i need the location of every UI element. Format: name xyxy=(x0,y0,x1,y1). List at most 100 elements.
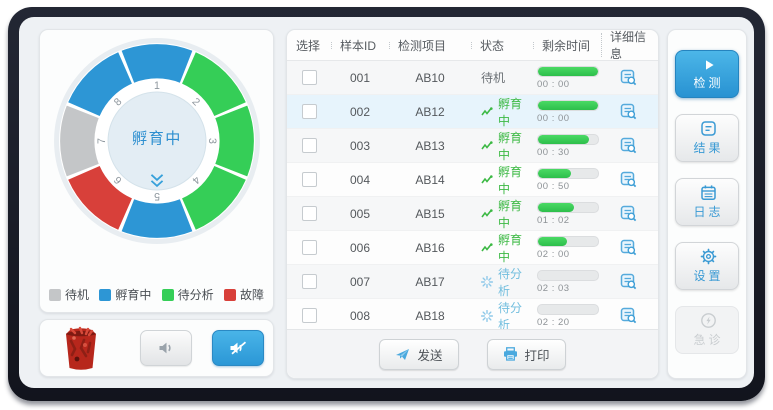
detail-info-icon[interactable] xyxy=(620,307,637,324)
progress-bar xyxy=(537,133,599,145)
detail-info-icon[interactable] xyxy=(620,103,637,120)
pulse-icon xyxy=(481,242,493,254)
dial-position-number: 3 xyxy=(206,138,218,144)
incubator-dial-panel: 1 2 3 4 5 6 7 8 孵育中 待机 孵育中 待分析 故障 xyxy=(39,29,274,313)
progress-fill xyxy=(538,236,567,246)
nav-button-label: 结果 xyxy=(693,141,724,155)
volume-button[interactable] xyxy=(140,330,192,366)
legend-swatch xyxy=(99,288,112,301)
status-legend: 待机 孵育中 待分析 故障 xyxy=(49,286,264,303)
detail-info-icon[interactable] xyxy=(620,273,637,290)
mute-button[interactable] xyxy=(212,330,264,366)
table-row[interactable]: 004 AB14 孵育中 00 : 50 xyxy=(287,163,658,197)
dial-segment-5[interactable] xyxy=(121,199,192,238)
nav-button-设置[interactable]: 设置 xyxy=(675,242,739,290)
progress-fill xyxy=(538,202,574,212)
row-checkbox[interactable] xyxy=(301,138,317,153)
detail-cell xyxy=(601,239,656,256)
remaining-time-label: 00 : 30 xyxy=(537,146,570,158)
status-label: 待分析 xyxy=(498,266,523,298)
detail-info-icon[interactable] xyxy=(620,69,637,86)
sample-id-cell: 005 xyxy=(349,206,371,221)
progress-bar xyxy=(537,269,599,281)
legend-item: 孵育中 xyxy=(99,286,151,303)
incubator-dial[interactable]: 12345678孵育中 xyxy=(51,35,263,247)
detail-info-icon[interactable] xyxy=(620,171,637,188)
table-row[interactable]: 003 AB13 孵育中 00 : 30 xyxy=(287,129,658,163)
dial-segment-1[interactable] xyxy=(121,44,192,83)
remaining-time-cell: 01 : 02 xyxy=(533,201,601,226)
table-row[interactable]: 001 AB10 待机 00 : 00 xyxy=(287,61,658,95)
select-cell xyxy=(287,172,331,187)
detail-info-icon[interactable] xyxy=(620,205,637,222)
test-item-cell: AB12 xyxy=(415,104,445,119)
table-row[interactable]: 008 AB18 待分析 02 : 20 xyxy=(287,299,658,333)
remaining-time-label: 02 : 00 xyxy=(537,248,570,260)
dial-position-number: 5 xyxy=(153,190,159,202)
legend-label: 孵育中 xyxy=(115,288,152,302)
select-cell xyxy=(287,206,331,221)
speaker-on-icon xyxy=(157,340,175,356)
status-cell: 孵育中 xyxy=(471,95,533,129)
row-checkbox[interactable] xyxy=(301,206,317,221)
progress-bar xyxy=(537,235,599,247)
column-header: 状态 xyxy=(471,37,533,54)
sample-id-cell: 003 xyxy=(349,138,371,153)
dial-segment-3[interactable] xyxy=(214,105,254,177)
select-cell xyxy=(287,274,331,289)
select-cell xyxy=(287,104,331,119)
progress-bar xyxy=(537,201,599,213)
nav-button-日志[interactable]: 日志 xyxy=(675,178,739,226)
row-checkbox[interactable] xyxy=(301,240,317,255)
column-header: 剩余时间 xyxy=(533,37,601,54)
status-cell: 待分析 xyxy=(471,265,533,299)
test-item-cell: AB15 xyxy=(415,206,445,221)
remaining-time-cell: 02 : 03 xyxy=(533,269,601,294)
print-button[interactable]: 打印 xyxy=(486,338,566,370)
row-checkbox[interactable] xyxy=(301,308,317,323)
nav-button-label: 日志 xyxy=(693,205,724,219)
table-row[interactable]: 002 AB12 孵育中 00 : 00 xyxy=(287,95,658,129)
dial-segment-7[interactable] xyxy=(59,105,99,177)
table-row[interactable]: 007 AB17 待分析 02 : 03 xyxy=(287,265,658,299)
legend-item: 待分析 xyxy=(161,286,214,303)
legend-label: 待分析 xyxy=(177,288,214,302)
play-icon xyxy=(699,58,716,72)
table-row[interactable]: 006 AB16 孵育中 02 : 00 xyxy=(287,231,658,265)
detail-info-icon[interactable] xyxy=(620,239,637,256)
progress-fill xyxy=(538,168,571,178)
results-icon xyxy=(697,120,717,137)
nav-button-结果[interactable]: 结果 xyxy=(675,114,739,162)
nav-button-检测[interactable]: 检测 xyxy=(675,50,739,98)
status-label: 待分析 xyxy=(498,300,523,332)
test-item-cell: AB10 xyxy=(415,70,445,85)
row-checkbox[interactable] xyxy=(301,172,317,187)
pulse-icon xyxy=(481,140,493,152)
detail-cell xyxy=(601,307,656,324)
detail-info-icon[interactable] xyxy=(620,137,637,154)
legend-swatch xyxy=(49,288,61,301)
bolt-icon xyxy=(697,312,717,329)
send-button[interactable]: 发送 xyxy=(379,338,459,370)
remaining-time-label: 02 : 20 xyxy=(537,316,570,328)
sample-id-cell: 008 xyxy=(349,308,371,323)
row-checkbox[interactable] xyxy=(301,274,317,289)
select-cell xyxy=(287,308,331,323)
legend-swatch xyxy=(161,288,174,301)
progress-bar xyxy=(537,99,599,111)
test-item-cell: AB13 xyxy=(415,138,445,153)
legend-swatch xyxy=(223,288,236,301)
sample-id-cell: 007 xyxy=(349,274,371,289)
row-checkbox[interactable] xyxy=(301,104,317,119)
progress-bar xyxy=(537,167,599,179)
nav-button-急诊: 急诊 xyxy=(675,306,739,354)
status-cell: 待分析 xyxy=(471,299,533,333)
dial-position-number: 1 xyxy=(154,80,160,92)
table-row[interactable]: 005 AB15 孵育中 01 : 02 xyxy=(287,197,658,231)
printer-icon xyxy=(503,347,518,361)
pulse-icon xyxy=(481,106,493,118)
test-item-cell: AB14 xyxy=(415,172,445,187)
sample-id-cell: 002 xyxy=(349,104,371,119)
nav-panel: 检测结果日志设置急诊 xyxy=(667,29,747,379)
row-checkbox[interactable] xyxy=(301,70,317,85)
